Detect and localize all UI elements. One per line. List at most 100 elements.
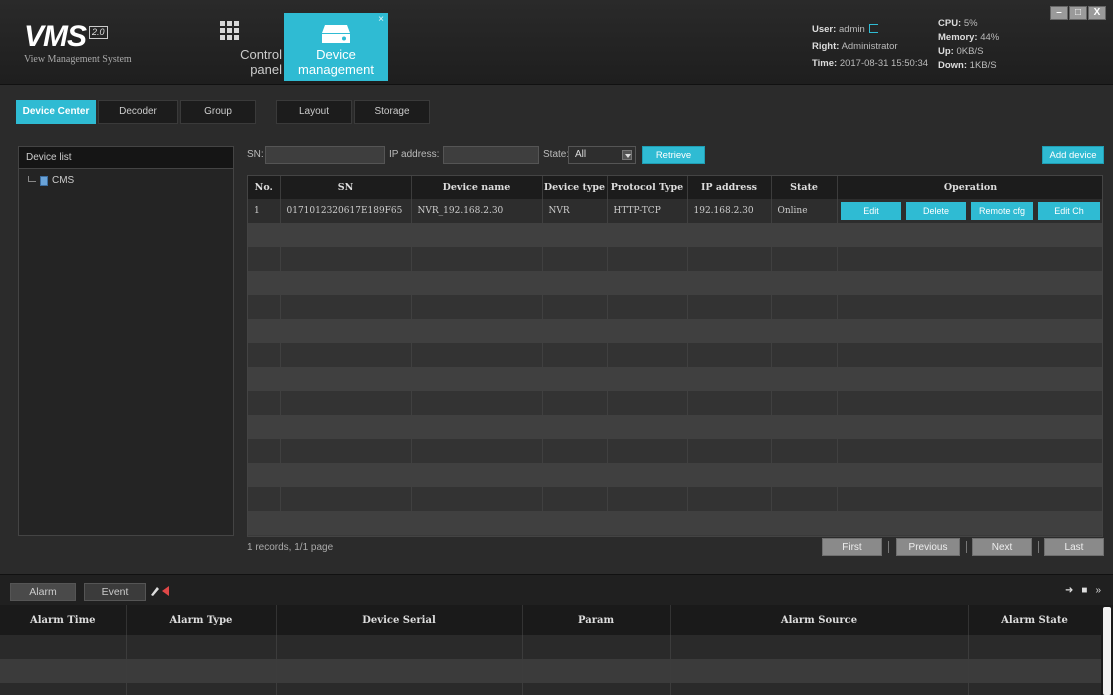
empty-cell: [837, 487, 1102, 511]
empty-cell: [280, 367, 412, 391]
empty-cell: [687, 295, 772, 319]
empty-cell: [411, 223, 543, 247]
next-page-button[interactable]: Next: [972, 538, 1032, 556]
close-window-button[interactable]: X: [1088, 6, 1106, 20]
empty-cell: [248, 367, 281, 391]
tab-alarm[interactable]: Alarm: [10, 583, 76, 601]
tab-event[interactable]: Event: [84, 583, 146, 601]
col-device-serial: Device Serial: [276, 605, 523, 635]
operation-buttons: Edit Delete Remote cfg Edit Ch: [838, 202, 1103, 220]
remote-cfg-button[interactable]: Remote cfg: [971, 202, 1033, 220]
tab-decoder[interactable]: Decoder: [98, 100, 178, 124]
module-tabs: Device Center Decoder Group Layout Stora…: [16, 100, 430, 124]
state-select[interactable]: All: [568, 146, 636, 164]
vms-logo: VMS 2.0 View Management System: [24, 22, 174, 68]
tab-layout[interactable]: Layout: [276, 100, 352, 124]
maximize-button[interactable]: □: [1069, 6, 1087, 20]
ip-address-input[interactable]: [443, 146, 539, 164]
time-row: Time: 2017-08-31 15:50:34: [812, 55, 928, 72]
add-device-button[interactable]: Add device: [1042, 146, 1104, 164]
cell-no: 1: [248, 199, 281, 223]
logout-icon[interactable]: [868, 24, 878, 33]
empty-cell: [542, 391, 608, 415]
cell-sn: 0171012320617E189F65: [280, 199, 412, 223]
empty-cell: [542, 343, 608, 367]
col-alarm-type: Alarm Type: [126, 605, 277, 635]
up-row: Up: 0KB/S: [938, 45, 999, 59]
restore-icon[interactable]: ■: [1081, 585, 1087, 596]
edit-button[interactable]: Edit: [841, 202, 901, 220]
chevron-down-icon: [622, 150, 632, 160]
collapse-icon[interactable]: »: [1095, 585, 1101, 596]
empty-cell: [607, 223, 688, 247]
empty-cell: [687, 391, 772, 415]
tab-device-center[interactable]: Device Center: [16, 100, 96, 124]
records-summary: 1 records, 1/1 page: [247, 542, 334, 553]
col-no: No.: [248, 176, 281, 199]
top-header: VMS 2.0 View Management System Control pa…: [0, 0, 1113, 85]
empty-cell: [248, 343, 281, 367]
minimize-button[interactable]: –: [1050, 6, 1068, 20]
empty-cell: [837, 463, 1102, 487]
tree-node-cms[interactable]: CMS: [28, 175, 233, 186]
empty-cell: [687, 247, 772, 271]
empty-cell: [542, 223, 608, 247]
table-row-empty: [248, 439, 1102, 463]
first-page-button[interactable]: First: [822, 538, 882, 556]
cell-operation: Edit Delete Remote cfg Edit Ch: [837, 199, 1103, 223]
last-page-button[interactable]: Last: [1044, 538, 1104, 556]
user-row: User: admin: [812, 21, 928, 38]
empty-cell: [771, 343, 838, 367]
user-value: admin: [838, 24, 865, 35]
col-protocol-type: Protocol Type: [607, 176, 688, 199]
window-controls: – □ X: [1050, 6, 1106, 20]
cell-device-name: NVR_192.168.2.30: [411, 199, 543, 223]
empty-cell: [687, 319, 772, 343]
empty-cell: [607, 319, 688, 343]
empty-cell: [687, 415, 772, 439]
empty-cell: [837, 223, 1102, 247]
col-alarm-state: Alarm State: [968, 605, 1102, 635]
panel-controls: ➜ ■ »: [1065, 585, 1101, 596]
table-row-empty: [248, 511, 1102, 535]
clear-brush-icon[interactable]: [150, 585, 172, 597]
table-row[interactable]: 1 0171012320617E189F65 NVR_192.168.2.30 …: [248, 199, 1103, 223]
empty-cell: [248, 271, 281, 295]
delete-button[interactable]: Delete: [906, 202, 966, 220]
alarm-row: [0, 635, 1102, 659]
logo-subtitle: View Management System: [24, 54, 132, 65]
alarm-scrollbar[interactable]: [1101, 605, 1113, 695]
cell-state: Online: [771, 199, 838, 223]
tab-storage[interactable]: Storage: [354, 100, 430, 124]
empty-cell: [411, 295, 543, 319]
sn-input[interactable]: [265, 146, 385, 164]
cpu-row: CPU: 5%: [938, 17, 999, 31]
cell-ip: 192.168.2.30: [687, 199, 772, 223]
alarm-table: Alarm Time Alarm Type Device Serial Para…: [0, 605, 1102, 695]
pin-icon[interactable]: ➜: [1065, 585, 1073, 596]
close-tab-icon[interactable]: ×: [378, 14, 384, 25]
table-row-empty: [248, 271, 1102, 295]
empty-cell: [280, 343, 412, 367]
alarm-header-row: Alarm Time Alarm Type Device Serial Para…: [0, 605, 1102, 635]
scroll-thumb[interactable]: [1103, 607, 1111, 695]
edit-channel-button[interactable]: Edit Ch: [1038, 202, 1100, 220]
down-label: Down:: [938, 60, 968, 71]
empty-cell: [771, 319, 838, 343]
empty-cell: [837, 271, 1102, 295]
control-panel-tile[interactable]: Control panel: [184, 13, 288, 81]
retrieve-button[interactable]: Retrieve: [642, 146, 705, 164]
empty-cell: [771, 487, 838, 511]
empty-cell: [607, 367, 688, 391]
device-management-tile[interactable]: × Device management: [284, 13, 388, 81]
empty-cell: [687, 439, 772, 463]
tab-group[interactable]: Group: [180, 100, 256, 124]
empty-cell: [542, 439, 608, 463]
table-row-empty: [248, 343, 1102, 367]
previous-page-button[interactable]: Previous: [896, 538, 960, 556]
tree-line: [28, 175, 36, 182]
empty-cell: [542, 247, 608, 271]
empty-cell: [771, 415, 838, 439]
empty-cell: [411, 319, 543, 343]
col-alarm-time: Alarm Time: [0, 605, 127, 635]
